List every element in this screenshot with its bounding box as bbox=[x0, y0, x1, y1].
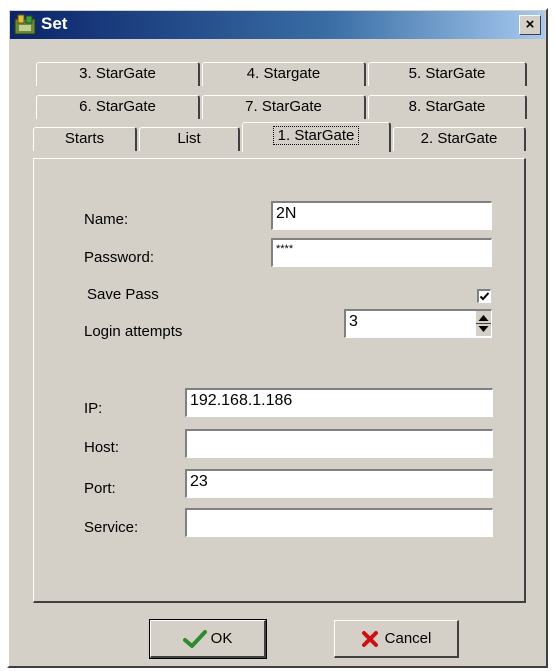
port-label: Port: bbox=[84, 480, 116, 497]
ok-button-label: OK bbox=[210, 630, 233, 647]
close-icon: × bbox=[525, 16, 535, 33]
ip-label: IP: bbox=[84, 400, 103, 417]
app-icon bbox=[14, 14, 36, 35]
tab-stargate-5[interactable]: 5. StarGate bbox=[368, 62, 527, 86]
tab-label: 2. StarGate bbox=[420, 130, 498, 147]
settings-dialog: Set × 3. StarGate 4. Stargate 5. StarGat… bbox=[7, 8, 548, 668]
tab-label: 1. StarGate bbox=[272, 126, 360, 145]
name-field[interactable]: 2N bbox=[271, 201, 492, 230]
service-field[interactable] bbox=[185, 508, 493, 537]
tab-stargate-6[interactable]: 6. StarGate bbox=[36, 95, 200, 119]
tab-stargate-1[interactable]: 1. StarGate bbox=[242, 122, 391, 152]
tab-list[interactable]: List bbox=[139, 127, 240, 151]
tab-label: 5. StarGate bbox=[408, 65, 486, 82]
triangle-up-icon[interactable] bbox=[478, 315, 489, 321]
name-label: Name: bbox=[84, 211, 129, 228]
tab-stargate-4[interactable]: 4. Stargate bbox=[202, 62, 366, 86]
checkmark-icon bbox=[182, 629, 207, 648]
host-field[interactable] bbox=[185, 429, 493, 458]
login-attempts-value: 3 bbox=[349, 313, 358, 330]
cancel-button[interactable]: Cancel bbox=[334, 620, 459, 658]
ip-field[interactable]: 192.168.1.186 bbox=[185, 388, 493, 417]
triangle-down-icon[interactable] bbox=[478, 326, 489, 332]
tab-starts[interactable]: Starts bbox=[33, 127, 137, 151]
save-pass-checkbox[interactable] bbox=[477, 289, 491, 303]
tab-stargate-2[interactable]: 2. StarGate bbox=[393, 127, 526, 151]
host-label: Host: bbox=[84, 439, 120, 456]
tab-stargate-3[interactable]: 3. StarGate bbox=[36, 62, 200, 86]
ok-button[interactable]: OK bbox=[149, 619, 267, 659]
tab-stargate-7[interactable]: 7. StarGate bbox=[202, 95, 366, 119]
tab-panel-stargate-1: Name: 2N Password: **** Save Pass Login … bbox=[33, 158, 526, 603]
password-field[interactable]: **** bbox=[271, 238, 492, 267]
login-attempts-spinner[interactable] bbox=[476, 311, 491, 336]
tab-label: List bbox=[177, 130, 201, 147]
tab-stargate-8[interactable]: 8. StarGate bbox=[368, 95, 527, 119]
tab-label: 4. Stargate bbox=[246, 65, 321, 82]
service-label: Service: bbox=[84, 519, 139, 536]
window-title: Set bbox=[41, 14, 68, 33]
save-pass-label: Save Pass bbox=[87, 286, 159, 303]
port-field[interactable]: 23 bbox=[185, 469, 493, 498]
tab-label: 3. StarGate bbox=[79, 65, 156, 82]
tab-label: 6. StarGate bbox=[79, 98, 156, 115]
password-label: Password: bbox=[84, 249, 155, 266]
title-bar[interactable]: Set × bbox=[10, 11, 545, 39]
tab-label: Starts bbox=[64, 130, 105, 147]
close-button[interactable]: × bbox=[519, 15, 541, 35]
x-icon bbox=[361, 630, 378, 647]
tab-label: 7. StarGate bbox=[245, 98, 322, 115]
checkmark-icon bbox=[479, 292, 490, 301]
login-attempts-field[interactable]: 3 bbox=[344, 309, 492, 338]
tab-label: 8. StarGate bbox=[408, 98, 486, 115]
cancel-button-label: Cancel bbox=[384, 630, 432, 647]
login-attempts-label: Login attempts bbox=[84, 323, 183, 340]
